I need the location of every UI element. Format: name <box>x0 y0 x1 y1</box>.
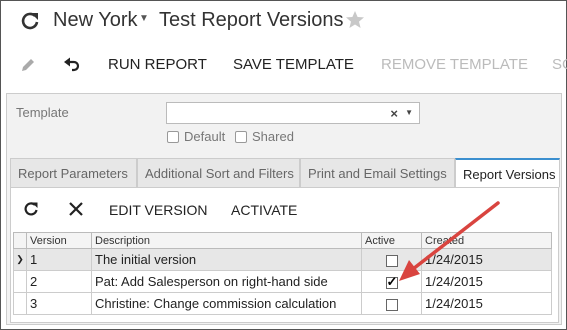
active-checkbox-checked[interactable]: ✓ <box>385 273 398 289</box>
template-label: Template <box>16 105 69 120</box>
tab-additional-sort-filters[interactable]: Additional Sort and Filters <box>137 158 300 188</box>
refresh-icon[interactable] <box>23 201 39 217</box>
active-cell <box>361 292 422 315</box>
created-cell[interactable]: 1/24/2015 <box>421 270 552 293</box>
description-cell[interactable]: Pat: Add Salesperson on right-hand side <box>91 270 362 293</box>
delete-x-icon[interactable] <box>68 201 84 217</box>
shared-label: Shared <box>252 129 294 144</box>
tab-print-email-settings[interactable]: Print and Email Settings <box>300 158 455 188</box>
checkmark-icon: ✓ <box>386 273 398 289</box>
column-header-active[interactable]: Active <box>361 232 422 249</box>
undo-icon[interactable] <box>63 56 81 74</box>
table-row[interactable]: 2 Pat: Add Salesperson on right-hand sid… <box>13 270 552 293</box>
default-label: Default <box>184 129 226 144</box>
chevron-down-icon[interactable]: ▼ <box>405 108 413 117</box>
report-versions-grid: EDIT VERSION ACTIVATE Version Descriptio… <box>10 187 559 323</box>
page-title: Test Report Versions <box>159 9 344 31</box>
table-row[interactable]: 3 Christine: Change commission calculati… <box>13 292 552 315</box>
versions-table: Version Description Active Created ❯ 1 T… <box>13 232 552 315</box>
version-cell[interactable]: 2 <box>26 270 92 293</box>
title-bar: New York ▼ Test Report Versions <box>1 1 566 43</box>
edit-pencil-icon[interactable] <box>19 56 37 74</box>
chevron-down-icon[interactable]: ▼ <box>139 13 149 24</box>
active-cell: ✓ <box>361 270 422 293</box>
version-cell[interactable]: 3 <box>26 292 92 315</box>
description-cell[interactable]: Christine: Change commission calculation <box>91 292 362 315</box>
shared-checkbox[interactable] <box>235 130 247 143</box>
active-checkbox[interactable] <box>385 298 398 311</box>
row-selector[interactable] <box>13 292 27 315</box>
shared-checkbox-row[interactable]: Shared <box>235 129 294 144</box>
favorite-star-icon[interactable] <box>345 10 365 30</box>
description-cell[interactable]: The initial version <box>91 248 362 271</box>
main-toolbar: RUN REPORT SAVE TEMPLATE REMOVE TEMPLATE… <box>1 45 567 85</box>
table-header-row: Version Description Active Created <box>13 232 552 249</box>
remove-template-button[interactable]: REMOVE TEMPLATE <box>381 56 528 73</box>
created-cell[interactable]: 1/24/2015 <box>421 248 552 271</box>
clear-icon[interactable]: × <box>390 106 398 121</box>
run-report-button[interactable]: RUN REPORT <box>108 56 207 73</box>
column-header-description[interactable]: Description <box>91 232 362 249</box>
column-header-created[interactable]: Created <box>421 232 552 249</box>
grid-toolbar: EDIT VERSION ACTIVATE <box>11 188 558 230</box>
window: New York ▼ Test Report Versions RUN REPO… <box>0 0 567 330</box>
column-header-version[interactable]: Version <box>26 232 92 249</box>
row-selector-icon[interactable]: ❯ <box>13 248 27 271</box>
row-selector[interactable] <box>13 270 27 293</box>
active-checkbox[interactable] <box>385 254 398 267</box>
active-cell <box>361 248 422 271</box>
table-row[interactable]: ❯ 1 The initial version 1/24/2015 <box>13 248 552 271</box>
report-form-panel: Template × ▼ Default Shared Report Param… <box>6 93 562 325</box>
activate-button[interactable]: ACTIVATE <box>231 202 297 218</box>
tab-report-parameters[interactable]: Report Parameters <box>10 158 137 188</box>
default-checkbox-row[interactable]: Default <box>167 129 225 144</box>
default-checkbox[interactable] <box>167 130 179 143</box>
company-selector[interactable]: New York <box>53 9 138 32</box>
created-cell[interactable]: 1/24/2015 <box>421 292 552 315</box>
tab-report-versions[interactable]: Report Versions <box>455 158 560 188</box>
template-selector[interactable]: × ▼ <box>166 102 420 124</box>
save-template-button[interactable]: SAVE TEMPLATE <box>233 56 354 73</box>
version-cell[interactable]: 1 <box>26 248 92 271</box>
edit-version-button[interactable]: EDIT VERSION <box>109 202 208 218</box>
toolbar-overflow-button[interactable]: SC <box>552 56 567 73</box>
selector-header <box>13 232 27 249</box>
refresh-icon[interactable] <box>19 10 41 32</box>
